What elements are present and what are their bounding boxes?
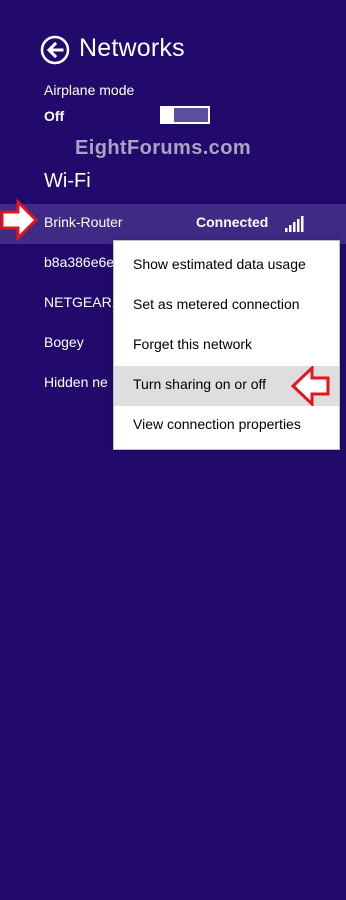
toggle-knob[interactable] [162, 106, 174, 124]
wifi-signal-icon [285, 216, 304, 232]
menu-item-label: Forget this network [133, 336, 253, 352]
red-arrow-icon [0, 198, 38, 242]
red-arrow-icon [290, 366, 330, 406]
menu-item-label: Show estimated data usage [133, 256, 306, 272]
menu-item-show-data-usage[interactable]: Show estimated data usage [114, 246, 339, 286]
menu-item-forget-network[interactable]: Forget this network [114, 326, 339, 366]
network-name: b8a386e6e [44, 254, 113, 270]
menu-item-label: View connection properties [133, 416, 301, 432]
context-menu: Show estimated data usage Set as metered… [113, 240, 340, 450]
menu-item-label: Turn sharing on or off [133, 376, 267, 392]
back-button[interactable] [40, 35, 70, 65]
airplane-mode-label: Airplane mode [44, 82, 135, 98]
network-name: Hidden ne [44, 374, 108, 390]
network-name: Bogey [44, 334, 84, 350]
airplane-mode-value: Off [44, 108, 65, 124]
network-name: Brink-Router [44, 214, 123, 230]
network-name: NETGEAR1 [44, 294, 113, 310]
menu-item-set-metered[interactable]: Set as metered connection [114, 286, 339, 326]
menu-item-view-properties[interactable]: View connection properties [114, 406, 339, 446]
airplane-mode-toggle[interactable] [160, 106, 210, 124]
network-status: Connected [196, 214, 269, 230]
watermark: EightForums.com [75, 137, 252, 159]
network-row-brink-router[interactable]: Brink-Router Connected [0, 204, 346, 244]
back-arrow-icon [40, 35, 70, 65]
wifi-section-header: Wi-Fi [44, 170, 91, 192]
menu-item-label: Set as metered connection [133, 296, 300, 312]
page-title: Networks [79, 34, 185, 62]
